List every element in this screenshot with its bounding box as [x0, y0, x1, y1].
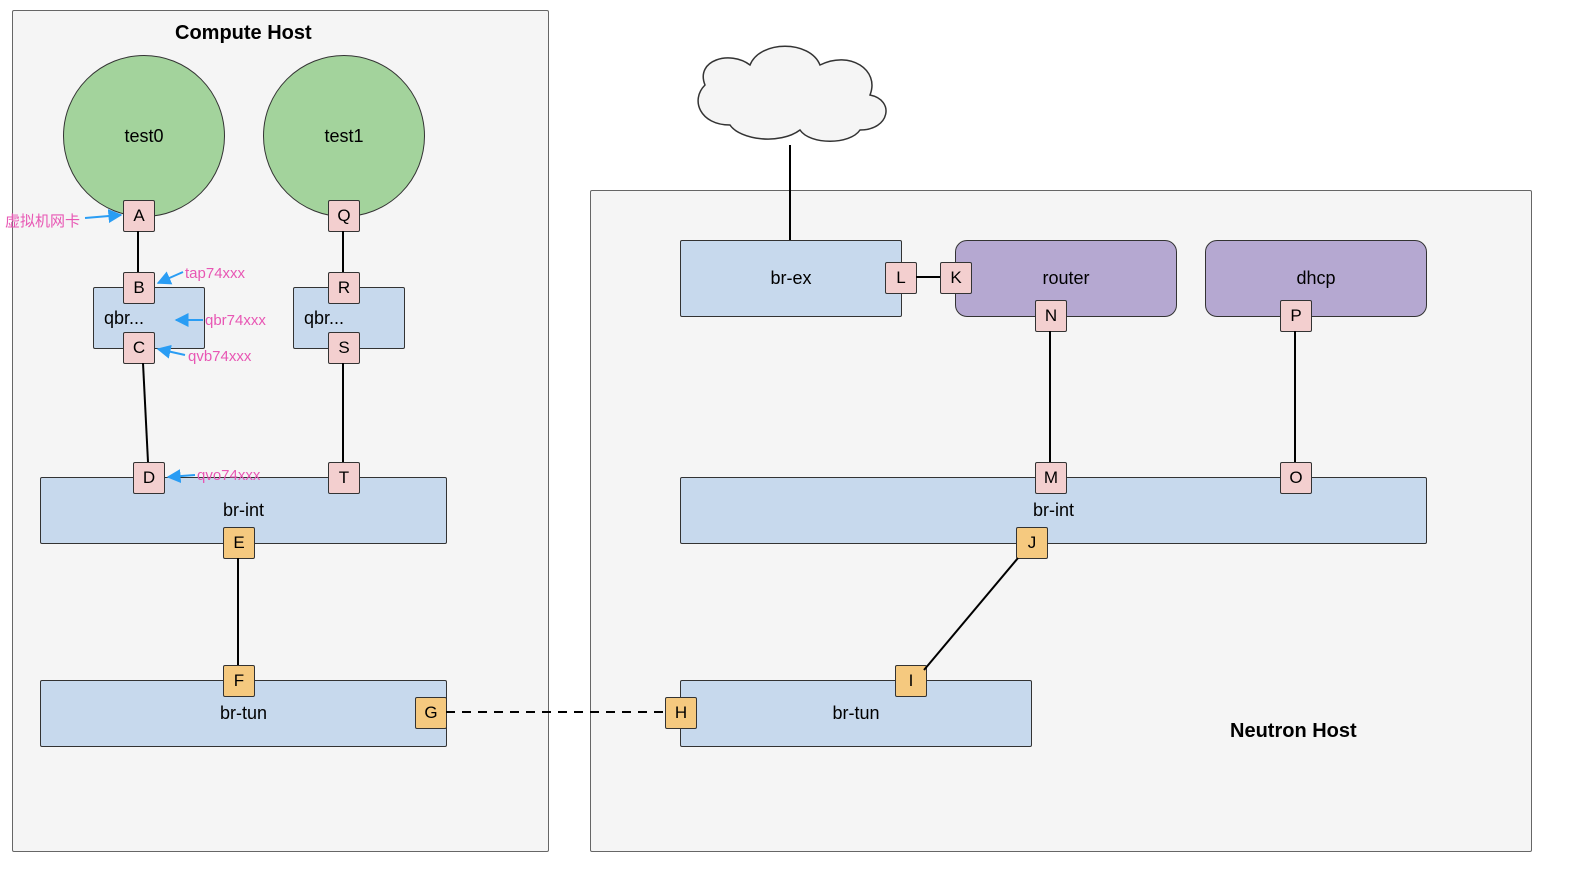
qbr-right-label: qbr...	[304, 308, 344, 329]
port-D: D	[133, 462, 165, 494]
vm-test1-label: test1	[324, 126, 363, 147]
annotation-tap: tap74xxx	[185, 265, 245, 282]
dhcp-label: dhcp	[1296, 268, 1335, 289]
br-int-right-label: br-int	[1033, 500, 1074, 521]
port-Q: Q	[328, 200, 360, 232]
port-C: C	[123, 332, 155, 364]
vm-test0-label: test0	[124, 126, 163, 147]
qbr-left-label: qbr...	[104, 308, 144, 329]
dhcp-box: dhcp	[1205, 240, 1427, 317]
port-E: E	[223, 527, 255, 559]
port-P: P	[1280, 300, 1312, 332]
neutron-host-title: Neutron Host	[1230, 720, 1357, 743]
diagram-canvas: Compute Host Neutron Host test0 test1 qb…	[0, 0, 1570, 875]
port-G: G	[415, 697, 447, 729]
vm-test1: test1	[263, 55, 425, 217]
br-tun-left-label: br-tun	[220, 703, 267, 724]
port-L: L	[885, 262, 917, 294]
port-H: H	[665, 697, 697, 729]
router-label: router	[1042, 268, 1089, 289]
port-A: A	[123, 200, 155, 232]
cloud-icon	[670, 30, 910, 165]
port-I: I	[895, 665, 927, 697]
br-ex-box: br-ex	[680, 240, 902, 317]
port-K: K	[940, 262, 972, 294]
port-F: F	[223, 665, 255, 697]
port-J: J	[1016, 527, 1048, 559]
br-tun-right-box: br-tun	[680, 680, 1032, 747]
port-B: B	[123, 272, 155, 304]
compute-host-title: Compute Host	[175, 22, 312, 45]
br-int-left-label: br-int	[223, 500, 264, 521]
port-N: N	[1035, 300, 1067, 332]
annotation-qvo: qvo74xxx	[197, 467, 260, 484]
port-O: O	[1280, 462, 1312, 494]
br-ex-label: br-ex	[770, 268, 811, 289]
annotation-qbr: qbr74xxx	[205, 312, 266, 329]
port-S: S	[328, 332, 360, 364]
br-tun-right-label: br-tun	[832, 703, 879, 724]
annotation-vnic: 虚拟机网卡	[5, 210, 80, 231]
port-R: R	[328, 272, 360, 304]
vm-test0: test0	[63, 55, 225, 217]
port-T: T	[328, 462, 360, 494]
port-M: M	[1035, 462, 1067, 494]
annotation-qvb: qvb74xxx	[188, 348, 251, 365]
